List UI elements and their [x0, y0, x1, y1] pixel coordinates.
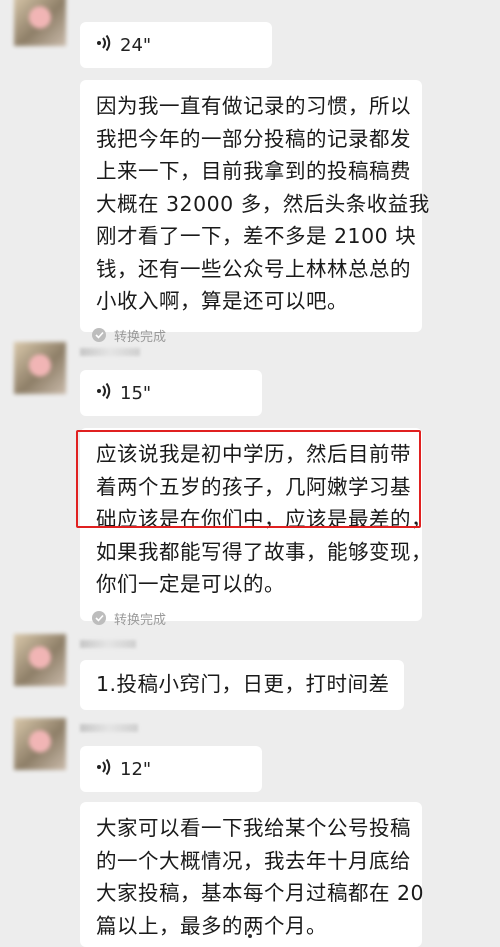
message-text: 1.投稿小窍门，日更，打时间差: [96, 672, 390, 696]
transcript-status: 转换完成: [80, 601, 422, 628]
voice-wave-icon: [96, 382, 120, 405]
voice-wave-icon: [96, 758, 120, 781]
voice-duration: 24": [120, 34, 152, 56]
scroll-indicator: [248, 934, 252, 938]
voice-message[interactable]: 15": [80, 370, 262, 416]
voice-duration: 15": [120, 382, 152, 404]
avatar[interactable]: [14, 718, 66, 770]
transcript-text: 大家可以看一下我给某个公号投稿 的一个大概情况，我去年十月底给 大家投稿，基本每…: [80, 802, 425, 942]
transcript-line: 大概在 32000 多，然后头条收益我: [96, 191, 430, 216]
transcript-line: 钱，还有一些公众号上林林总总的: [96, 256, 411, 281]
sender-name: [80, 724, 138, 732]
status-label: 转换完成: [114, 612, 167, 628]
voice-duration: 12": [120, 758, 152, 780]
voice-wave-icon: [96, 34, 120, 57]
transcript-line: 大家可以看一下我给某个公号投稿: [96, 816, 411, 840]
transcript-line: 你们一定是可以的。: [96, 572, 285, 596]
transcript-line: 大家投稿，基本每个月过稿都在 20: [96, 881, 425, 905]
transcript-text: 因为我一直有做记录的习惯，所以 我把今年的一部分投稿的记录都发 上来一下，目前我…: [80, 80, 430, 318]
transcript-line: 因为我一直有做记录的习惯，所以: [96, 94, 411, 118]
check-circle-icon: [92, 611, 106, 625]
transcript-bubble[interactable]: 因为我一直有做记录的习惯，所以 我把今年的一部分投稿的记录都发 上来一下，目前我…: [80, 80, 430, 345]
transcript-line: 小收入啊，算是还可以吧。: [96, 289, 348, 313]
transcript-line: 如果我都能写得了故事，能够变现，: [96, 539, 432, 564]
transcript-line: 我把今年的一部分投稿的记录都发: [96, 126, 411, 151]
transcript-line: 刚才看了一下，差不多是 2100 块: [96, 224, 417, 248]
highlight-box: [76, 430, 421, 528]
transcript-line: 上来一下，目前我拿到的投稿稿费: [96, 159, 411, 183]
voice-message[interactable]: 12": [80, 746, 262, 792]
voice-message[interactable]: 24": [80, 22, 272, 68]
check-circle-icon: [92, 328, 106, 342]
sender-name: [80, 640, 136, 648]
sender-name: [80, 348, 140, 356]
transcript-status: 转换完成: [80, 318, 422, 345]
transcript-line: 的一个大概情况，我去年十月底给: [96, 848, 411, 873]
avatar[interactable]: [14, 0, 66, 46]
avatar[interactable]: [14, 342, 66, 394]
status-label: 转换完成: [114, 329, 167, 345]
text-message[interactable]: 1.投稿小窍门，日更，打时间差: [80, 660, 404, 710]
transcript-bubble[interactable]: 大家可以看一下我给某个公号投稿 的一个大概情况，我去年十月底给 大家投稿，基本每…: [80, 802, 425, 947]
avatar[interactable]: [14, 634, 66, 686]
